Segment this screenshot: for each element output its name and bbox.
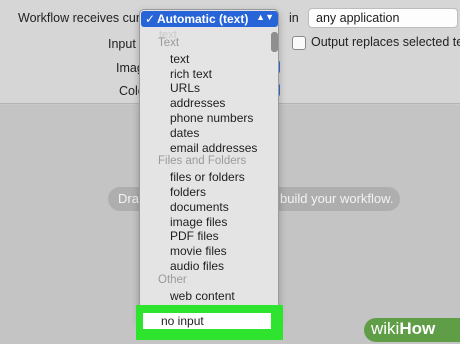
selected-menu-item[interactable]: ✓ Automatic (text) ▲▼ [141, 11, 278, 27]
input-is-label: Input i [108, 37, 143, 51]
menu-item[interactable]: URLs [170, 81, 200, 95]
menu-item[interactable]: PDF files [170, 229, 219, 243]
menu-item[interactable]: text [170, 52, 189, 66]
menu-item[interactable]: movie files [170, 244, 227, 258]
menu-item[interactable]: audio files [170, 259, 224, 273]
wikihow-watermark: wikiHow [364, 318, 460, 342]
menu-item[interactable]: web content [170, 289, 235, 303]
output-replaces-checkbox[interactable] [292, 36, 306, 50]
menu-item[interactable]: files or folders [170, 170, 245, 184]
menu-item[interactable]: documents [170, 200, 229, 214]
application-select[interactable]: any application [308, 8, 458, 28]
drag-hint-text-end: build your workflow. [280, 191, 394, 206]
menu-section-title: Other [158, 273, 187, 286]
output-replaces-label: Output replaces selected text [311, 35, 460, 49]
watermark-wiki: wiki [371, 319, 400, 338]
watermark-how: How [399, 319, 436, 338]
selected-item-label: Automatic (text) [157, 12, 249, 26]
menu-section-title: Files and Folders [158, 155, 247, 168]
menu-item-no-input[interactable]: no input [143, 313, 271, 329]
menu-item[interactable]: image files [170, 215, 227, 229]
popup-arrows-icon: ▲▼ [256, 12, 274, 22]
drag-hint-text-start: Dra [118, 191, 139, 206]
popup-scroll-stub [271, 32, 278, 52]
menu-item[interactable]: dates [170, 126, 199, 140]
menu-item[interactable]: phone numbers [170, 111, 253, 125]
in-label: in [289, 11, 299, 25]
checkmark-icon: ✓ [145, 12, 156, 26]
menu-item[interactable]: email addresses [170, 141, 257, 155]
menu-section-title: Text [158, 37, 180, 49]
menu-item[interactable]: rich text [170, 67, 212, 81]
menu-item[interactable]: folders [170, 185, 206, 199]
menu-item[interactable]: addresses [170, 96, 225, 110]
workflow-receives-label: Workflow receives curren [18, 11, 159, 25]
